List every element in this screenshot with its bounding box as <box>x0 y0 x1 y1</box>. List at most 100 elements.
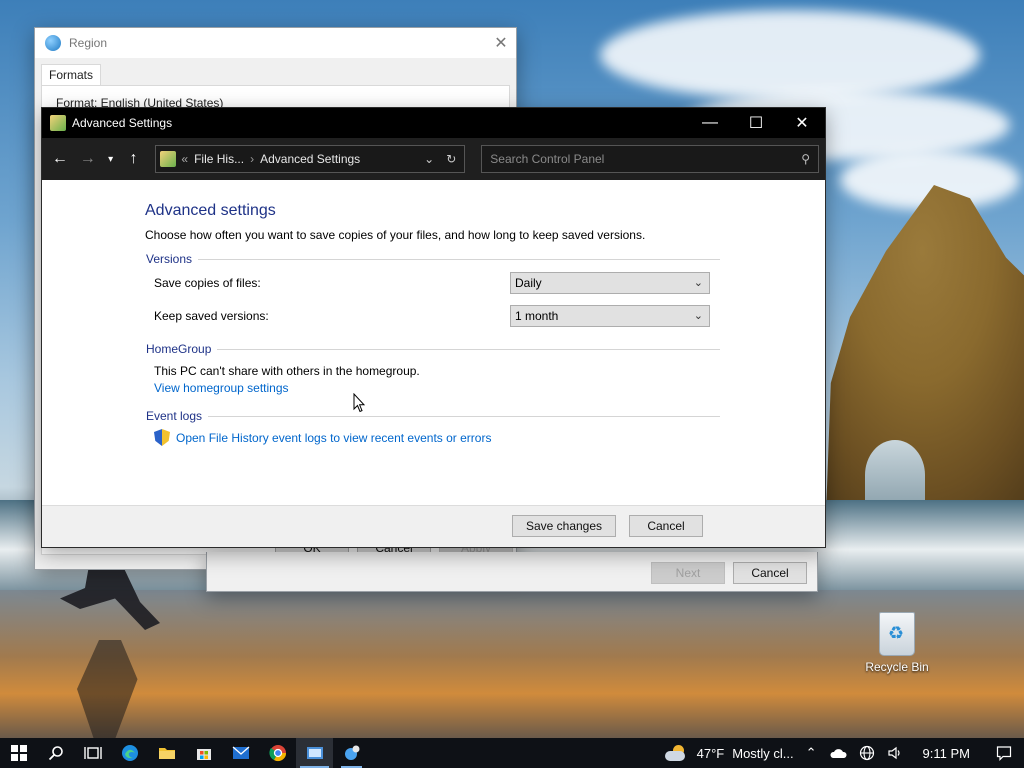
versions-heading: Versions <box>146 252 193 266</box>
store-taskbar-button[interactable] <box>185 738 222 768</box>
globe-icon <box>45 35 61 51</box>
search-input[interactable] <box>490 152 802 166</box>
recent-locations-chevron-icon[interactable]: ▾ <box>104 147 118 171</box>
globe-icon <box>344 745 359 760</box>
uac-shield-icon <box>154 429 170 446</box>
advanced-footer: Save changes Cancel <box>42 505 825 547</box>
versions-group: Versions Save copies of files: Daily ⌄ K… <box>146 252 720 332</box>
recycle-bin[interactable]: Recycle Bin <box>862 612 932 674</box>
weather-description: Mostly cl... <box>732 745 794 761</box>
minimize-icon[interactable]: — <box>687 108 733 138</box>
volume-tray-button[interactable] <box>881 738 909 768</box>
chrome-icon <box>268 745 286 762</box>
breadcrumb-current[interactable]: Advanced Settings <box>260 152 360 166</box>
keep-versions-value: 1 month <box>515 308 559 323</box>
partly-cloudy-icon <box>664 745 687 761</box>
region-titlebar: Region ✕ <box>35 28 516 58</box>
show-hidden-icons-button[interactable]: ⌃ <box>800 738 823 768</box>
event-logs-group-title: Event logs <box>146 409 720 423</box>
notification-icon <box>996 746 1012 761</box>
clock-time: 9:11 PM <box>922 745 970 761</box>
save-copies-dropdown[interactable]: Daily ⌄ <box>510 271 710 294</box>
back-arrow-icon[interactable]: ← <box>48 147 72 171</box>
region-tabs: Formats <box>35 58 516 85</box>
event-logs-heading: Event logs <box>146 409 203 423</box>
save-copies-row: Save copies of files: Daily ⌄ <box>146 266 720 299</box>
close-icon[interactable]: ✕ <box>486 33 516 53</box>
chevron-down-icon: ⌄ <box>693 276 703 289</box>
network-globe-icon <box>859 745 874 761</box>
maximize-icon[interactable]: ☐ <box>733 108 779 138</box>
chrome-taskbar-button[interactable] <box>259 738 296 768</box>
open-event-logs-label[interactable]: Open File History event logs to view rec… <box>176 431 491 445</box>
save-changes-button[interactable]: Save changes <box>512 515 616 537</box>
save-copies-value: Daily <box>515 275 542 290</box>
action-center-button[interactable] <box>984 738 1024 768</box>
wizard-cancel-button[interactable]: Cancel <box>733 562 807 584</box>
homegroup-heading: HomeGroup <box>146 342 212 356</box>
mouse-cursor-icon <box>353 393 365 413</box>
control-panel-taskbar-button[interactable] <box>296 738 333 768</box>
advanced-settings-window: Advanced Settings — ☐ ✕ ← → ▾ ↑ « File H… <box>41 107 826 548</box>
taskbar: 47°F Mostly cl... ⌃ 9:11 PM <box>0 738 1024 768</box>
divider <box>208 415 720 417</box>
network-tray-button[interactable] <box>853 738 881 768</box>
next-button[interactable]: Next <box>651 562 725 584</box>
chevron-up-icon: ⌃ <box>805 745 817 760</box>
keep-versions-dropdown[interactable]: 1 month ⌄ <box>510 304 710 327</box>
address-bar[interactable]: « File His... › Advanced Settings ⌄ ↻ <box>155 145 466 173</box>
footer-button-row: Save changes Cancel <box>512 515 703 537</box>
search-icon[interactable]: ⚲ <box>801 152 810 166</box>
view-homegroup-settings-link[interactable]: View homegroup settings <box>146 381 289 395</box>
store-icon <box>196 749 211 760</box>
divider <box>217 348 720 350</box>
cloud-icon <box>830 749 847 758</box>
rock-cliff <box>826 185 1024 515</box>
page-title: Advanced settings <box>145 202 276 219</box>
keep-versions-row: Keep saved versions: 1 month ⌄ <box>146 299 720 332</box>
mail-taskbar-button[interactable] <box>222 738 259 768</box>
breadcrumb-parent[interactable]: File His... <box>194 152 244 166</box>
recycle-bin-icon <box>879 612 915 656</box>
start-button[interactable] <box>0 738 37 768</box>
search-taskbar-button[interactable] <box>37 738 74 768</box>
window-controls: — ☐ ✕ <box>687 108 825 138</box>
tab-formats[interactable]: Formats <box>41 64 102 85</box>
file-history-icon <box>50 115 66 131</box>
weather-widget[interactable]: 47°F Mostly cl... <box>659 738 800 768</box>
divider <box>198 258 720 260</box>
wizard-window: Next Cancel <box>206 552 818 592</box>
close-icon[interactable]: ✕ <box>779 108 825 138</box>
up-arrow-icon[interactable]: ↑ <box>122 147 146 171</box>
task-view-icon <box>83 747 102 759</box>
open-event-logs-link[interactable]: Open File History event logs to view rec… <box>146 429 720 446</box>
system-tray: 47°F Mostly cl... ⌃ 9:11 PM <box>659 738 1024 768</box>
region-title: Region <box>69 36 108 50</box>
region-taskbar-button[interactable] <box>333 738 370 768</box>
cloud <box>600 10 980 100</box>
refresh-icon[interactable]: ↻ <box>446 152 456 166</box>
search-box[interactable]: ⚲ <box>481 145 819 173</box>
task-view-button[interactable] <box>74 738 111 768</box>
onedrive-tray-button[interactable] <box>823 738 853 768</box>
address-dropdown-chevron-icon[interactable]: ⌄ <box>424 152 434 166</box>
breadcrumb-overflow[interactable]: « <box>181 152 188 166</box>
wizard-button-row: Next Cancel <box>651 562 807 584</box>
file-explorer-taskbar-button[interactable] <box>148 738 185 768</box>
keep-versions-label: Keep saved versions: <box>154 308 269 323</box>
clock[interactable]: 9:11 PM <box>909 738 984 768</box>
chevron-down-icon: ⌄ <box>693 309 703 322</box>
advanced-content: Advanced settings Choose how often you w… <box>42 180 825 505</box>
forward-arrow-icon[interactable]: → <box>76 147 100 171</box>
search-icon <box>48 746 63 761</box>
speaker-icon <box>887 746 900 760</box>
breadcrumb-separator-icon: › <box>250 152 255 166</box>
homegroup-group-title: HomeGroup <box>146 342 720 356</box>
save-copies-label: Save copies of files: <box>154 275 261 290</box>
homegroup-group: HomeGroup This PC can't share with other… <box>146 342 720 395</box>
windows-logo-icon <box>10 745 27 761</box>
cancel-button[interactable]: Cancel <box>629 515 703 537</box>
mail-icon <box>232 746 249 759</box>
edge-browser-icon <box>121 745 138 761</box>
edge-taskbar-button[interactable] <box>111 738 148 768</box>
